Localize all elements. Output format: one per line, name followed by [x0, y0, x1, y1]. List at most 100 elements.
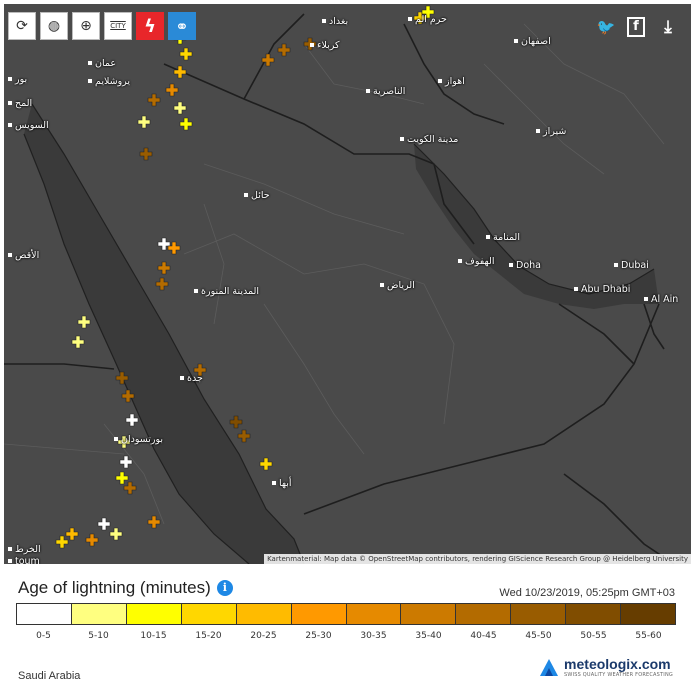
city-marker-icon: [180, 376, 184, 380]
city-marker-icon: [514, 39, 518, 43]
city-marker-icon: [88, 61, 92, 65]
city-marker-icon: [408, 17, 412, 21]
lightning-strike-marker: [147, 515, 161, 529]
city-marker-icon: [8, 559, 12, 563]
city-label: جدة: [180, 373, 203, 384]
legend-swatch: [181, 604, 237, 624]
legend-label: 55-60: [635, 631, 662, 641]
globe-button[interactable]: ◍: [40, 12, 68, 40]
lightning-strike-marker: [115, 471, 129, 485]
twitter-share-button[interactable]: 🐦: [593, 14, 619, 40]
city-name: حائل: [251, 190, 270, 201]
lightning-strike-marker: [155, 277, 169, 291]
lightning-strike-marker: [173, 65, 187, 79]
globe-icon: ◍: [47, 18, 61, 34]
legend-color-bar: [16, 603, 676, 625]
lightning-strike-marker: [179, 47, 193, 61]
lightning-strike-marker: [109, 527, 123, 541]
city-name: جدة: [187, 373, 203, 384]
facebook-share-button[interactable]: f: [623, 14, 649, 40]
city-label: السويس: [8, 120, 49, 131]
legend-swatch: [511, 604, 567, 624]
lightning-strike-marker: [65, 527, 79, 541]
city-name: عمان: [95, 58, 117, 69]
brand-mountain-icon: [540, 659, 559, 676]
lightning-strike-marker: [85, 533, 99, 547]
city-label: الخرط: [8, 544, 41, 555]
download-button[interactable]: ⤓: [655, 14, 681, 40]
city-label: الهفوف: [458, 256, 494, 267]
lightning-strike-marker: [237, 429, 251, 443]
city-name: Al Ain: [651, 294, 679, 305]
lightning-strike-marker: [157, 261, 171, 275]
city-label: حرم الم: [408, 14, 447, 25]
legend-swatch: [291, 604, 347, 624]
city-marker-icon: [8, 547, 12, 551]
city-name: اهواز: [445, 76, 465, 87]
refresh-button[interactable]: ⟳: [8, 12, 36, 40]
map-attribution[interactable]: Kartenmaterial: Map data © OpenStreetMap…: [264, 554, 691, 564]
city-marker-icon: [272, 481, 276, 485]
city-toggle-button[interactable]: CITY: [104, 12, 132, 40]
city-marker-icon: [380, 283, 384, 287]
link-icon: ⚭: [175, 16, 189, 36]
lightning-strike-marker: [77, 315, 91, 329]
legend-label: 45-50: [525, 631, 552, 641]
city-name: حرم الم: [415, 14, 447, 25]
city-name: السويس: [15, 120, 49, 131]
lightning-strike-marker: [229, 415, 243, 429]
city-marker-icon: [438, 79, 442, 83]
brand-logo[interactable]: meteologix.com SWISS QUALITY WEATHER FOR…: [538, 656, 673, 678]
city-marker-icon: [400, 137, 404, 141]
legend-swatch: [621, 604, 676, 624]
legend-label: 0-5: [36, 631, 51, 641]
city-label: المدينة المنورة: [194, 286, 259, 297]
lightning-strike-marker: [55, 535, 69, 549]
city-marker-icon: [8, 123, 12, 127]
legend-label: 35-40: [415, 631, 442, 641]
legend-title-text: Age of lightning (minutes): [18, 578, 211, 597]
city-name: مدينة الكويت: [407, 134, 459, 145]
lightning-icon: ϟ: [144, 15, 156, 37]
link-button[interactable]: ⚭: [168, 12, 196, 40]
city-label: الرياض: [380, 280, 415, 291]
lightning-strike-marker: [123, 481, 137, 495]
download-icon: ⤓: [664, 17, 672, 37]
legend-label: 5-10: [88, 631, 109, 641]
city-name: شيراز: [543, 126, 567, 137]
city-name: Abu Dhabi: [581, 284, 631, 295]
city-label: بورتسودان: [114, 434, 163, 445]
lightning-strike-marker: [277, 43, 291, 57]
city-marker-icon: [509, 263, 513, 267]
zoom-button[interactable]: ⊕: [72, 12, 100, 40]
legend-label: 25-30: [305, 631, 332, 641]
lightning-strike-marker: [125, 413, 139, 427]
city-marker-icon: [574, 287, 578, 291]
city-marker-icon: [366, 89, 370, 93]
city-name: المح: [15, 98, 33, 109]
info-icon[interactable]: i: [216, 580, 233, 596]
city-label: بغداد: [322, 16, 348, 27]
city-marker-icon: [8, 101, 12, 105]
legend-swatch: [126, 604, 182, 624]
lightning-strike-marker: [97, 517, 111, 531]
legend-swatch: [236, 604, 292, 624]
city-marker-icon: [310, 43, 314, 47]
lightning-toggle-button[interactable]: ϟ: [136, 12, 164, 40]
lightning-strike-marker: [71, 335, 85, 349]
legend-swatch: [566, 604, 622, 624]
city-label: toum: [8, 556, 40, 564]
city-marker-icon: [244, 193, 248, 197]
legend-swatch: [17, 604, 72, 624]
twitter-icon: 🐦: [596, 18, 616, 36]
city-label: Dubai: [614, 260, 649, 271]
legend-label: 20-25: [250, 631, 277, 641]
legend-swatch: [346, 604, 402, 624]
city-name: الرياض: [387, 280, 415, 291]
city-label: Abu Dhabi: [574, 284, 630, 295]
city-label: اهواز: [438, 76, 465, 87]
city-label: Al Ain: [644, 294, 678, 305]
legend-label: 30-35: [360, 631, 387, 641]
lightning-map[interactable]: بغداد حرم الم كربلاء اصفهان عمان يروشلايم النا…: [4, 4, 691, 564]
city-label: كربلاء: [310, 40, 340, 51]
